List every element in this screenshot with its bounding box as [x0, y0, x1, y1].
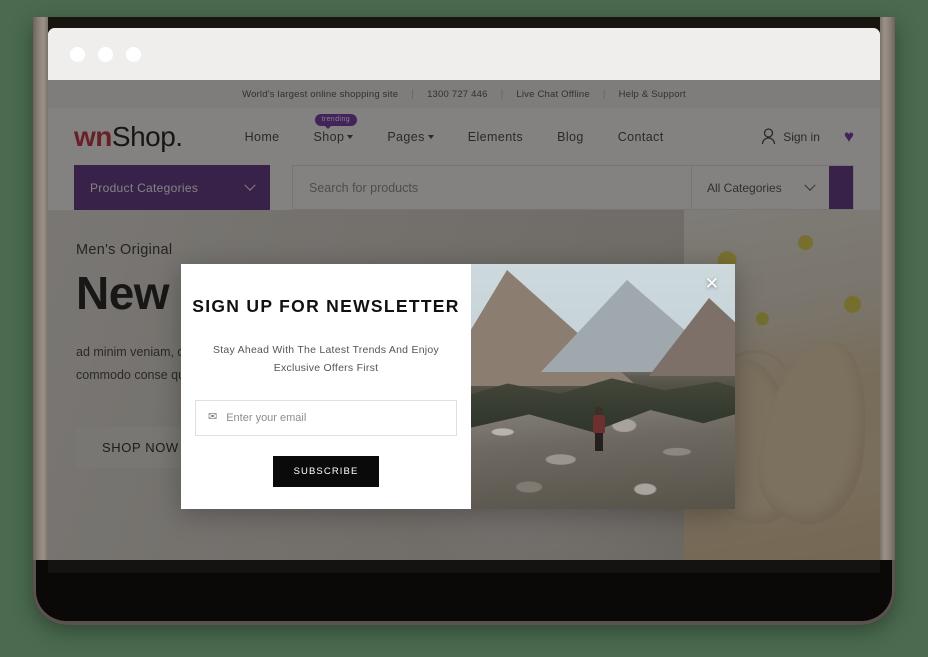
nav-item-contact[interactable]: Contact	[618, 130, 664, 144]
hiker-body	[593, 415, 605, 434]
nav-label: Contact	[617, 129, 664, 144]
live-chat-link[interactable]: Live Chat Offline	[503, 89, 602, 100]
email-field-wrapper: ✉	[195, 399, 457, 436]
nav-label: Elements	[467, 129, 524, 144]
search-row: Product Categories All Categories	[48, 165, 880, 210]
header-actions: Sign in ♥	[761, 128, 854, 145]
nav-item-blog[interactable]: Blog	[557, 130, 584, 144]
newsletter-modal: SIGN UP FOR NEWSLETTER Stay Ahead With T…	[181, 264, 735, 509]
logo-main-text: Shop.	[111, 120, 183, 152]
nav-item-pages[interactable]: Pages	[387, 129, 434, 144]
nav-label: Blog	[557, 129, 584, 144]
logo-accent-text: wn	[74, 120, 112, 152]
site-logo[interactable]: wnShop.	[74, 121, 183, 153]
sign-in-button[interactable]: Sign in	[761, 128, 820, 145]
browser-titlebar	[48, 28, 880, 80]
search-box: All Categories	[292, 165, 854, 210]
close-icon[interactable]: ✕	[705, 275, 719, 292]
nav-item-shop[interactable]: Shop	[314, 130, 354, 144]
newsletter-subtitle: Stay Ahead With The Latest Trends And En…	[213, 344, 439, 375]
device-bezel-right	[880, 17, 895, 573]
browser-window: World's largest online shopping site | 1…	[48, 28, 880, 573]
hero-eyebrow: Men's Original	[76, 242, 173, 258]
site-viewport: World's largest online shopping site | 1…	[48, 80, 880, 573]
user-icon	[762, 128, 776, 145]
trending-badge: trending	[314, 113, 358, 129]
newsletter-image: ✕	[471, 264, 735, 509]
device-bezel-bottom	[33, 560, 895, 625]
announcement-tagline: World's largest online shopping site	[242, 88, 399, 100]
all-categories-select[interactable]: All Categories	[691, 166, 829, 209]
subscribe-button[interactable]: SUBSCRIBE	[272, 455, 380, 487]
search-submit-button[interactable]	[829, 166, 853, 209]
nav-item-elements[interactable]: Elements	[468, 130, 523, 144]
nav-label: Shop	[313, 129, 345, 144]
hiker-legs	[595, 433, 603, 451]
newsletter-title: SIGN UP FOR NEWSLETTER	[192, 296, 460, 316]
all-categories-label: All Categories	[707, 180, 782, 195]
window-maximize-dot[interactable]	[126, 46, 141, 62]
email-input[interactable]	[226, 411, 444, 424]
window-close-dot[interactable]	[70, 46, 85, 62]
window-minimize-dot[interactable]	[98, 46, 113, 62]
product-categories-label: Product Categories	[90, 180, 199, 195]
help-support-link[interactable]: Help & Support	[606, 89, 699, 100]
nav-label: Pages	[387, 129, 425, 144]
hiker-figure	[591, 407, 607, 451]
sign-in-label: Sign in	[783, 129, 820, 144]
nav-label: Home	[244, 129, 280, 144]
mountain-right-shape	[649, 298, 735, 376]
search-input[interactable]	[293, 166, 691, 209]
envelope-icon: ✉	[208, 411, 218, 424]
chevron-down-icon	[244, 179, 256, 191]
heart-icon[interactable]: ♥	[844, 128, 854, 145]
product-categories-dropdown[interactable]: Product Categories	[74, 165, 270, 210]
newsletter-form-panel: SIGN UP FOR NEWSLETTER Stay Ahead With T…	[181, 264, 471, 509]
announcement-phone[interactable]: 1300 727 446	[414, 89, 501, 100]
chevron-down-icon	[427, 135, 434, 140]
announcement-bar: World's largest online shopping site | 1…	[48, 80, 880, 108]
device-bezel-left	[33, 17, 48, 573]
chevron-down-icon	[804, 179, 816, 191]
main-navigation: trending Home Shop Pages Elements Blog C…	[245, 113, 664, 144]
chevron-down-icon	[347, 135, 354, 140]
site-header: wnShop. trending Home Shop Pages Element…	[48, 108, 880, 165]
nav-item-home[interactable]: Home	[245, 130, 280, 144]
